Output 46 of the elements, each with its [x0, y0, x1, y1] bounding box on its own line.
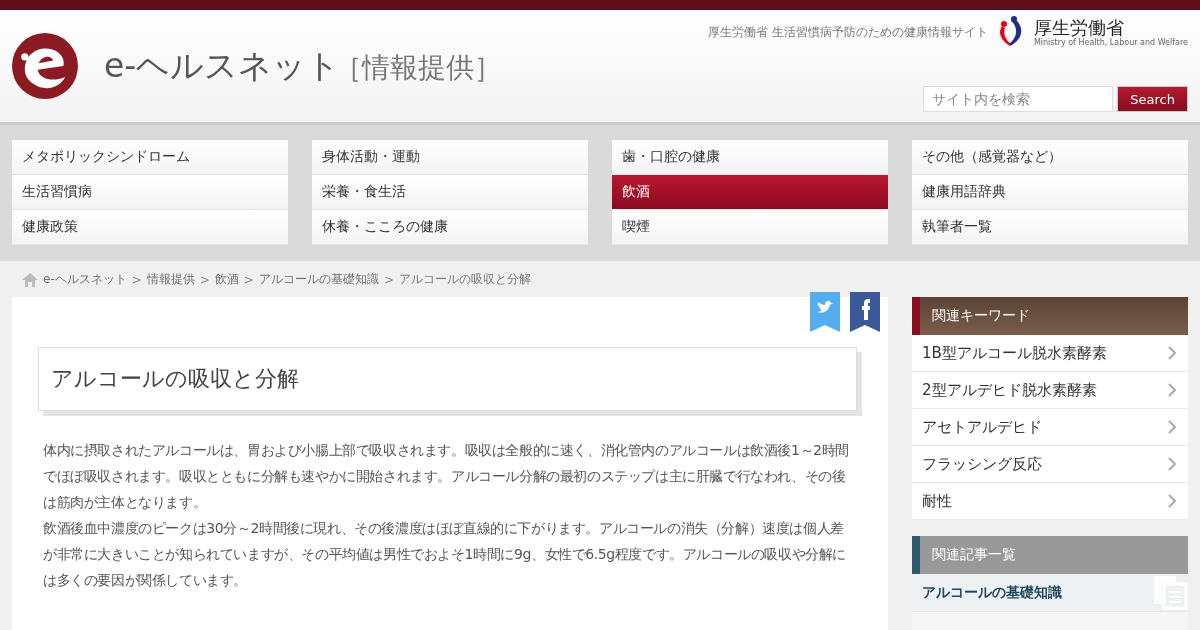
home-icon[interactable] — [22, 272, 38, 287]
site-tagline: 厚生労働省 生活習慣病予防のための健康情報サイト — [708, 23, 988, 41]
chevron-icon — [1168, 420, 1176, 434]
article-paragraph: 飲酒後血中濃度のピークは30分～2時間後に現れ、その後濃度はほぼ直線的に下がります。アルコールの消失（分解）速度は個人差が非常に大きいことが知られていますが、その平均値は男性でおよそ1時間に9g、女性で6.5g程度です。アルコールの吸収や分解には多くの要因が関係しています。 — [43, 519, 848, 590]
nav-item[interactable]: 身体活動・運動 — [312, 140, 588, 175]
keywords-header: 関連キーワード — [912, 297, 1188, 335]
nav-item[interactable]: 歯・口腔の健康 — [612, 140, 888, 175]
nav-item[interactable]: 栄養・食生活 — [312, 175, 588, 210]
nav-item[interactable]: メタボリックシンドローム — [12, 140, 288, 175]
keyword-item[interactable]: アセトアルデヒド — [912, 409, 1188, 446]
related-item[interactable]: アルコールの基礎知識 — [912, 574, 1188, 612]
chevron-icon — [1168, 494, 1176, 508]
nav-item[interactable]: 生活習慣病 — [12, 175, 288, 210]
twitter-icon[interactable] — [810, 292, 840, 332]
search-button[interactable]: Search — [1117, 86, 1188, 112]
article-title: アルコールの吸収と分解 — [51, 365, 300, 393]
related-header: 関連記事一覧 — [912, 536, 1188, 574]
nav-item[interactable]: 喫煙 — [612, 210, 888, 245]
breadcrumb-current: アルコールの吸収と分解 — [398, 271, 531, 288]
breadcrumb-link[interactable]: 情報提供 — [146, 271, 195, 288]
article-paragraph: 体内に摂取されたアルコールは、胃および小腸上部で吸収されます。吸収は全般的に速く、消化管内のアルコールは飲酒後1～2時間でほぼ吸収されます。吸収とともに分解も速やかに開始されます。アルコール分解の最初のステップは主に肝臓で行なわれ、その後は筋肉が主体となります。 — [43, 441, 850, 512]
breadcrumb-link[interactable]: e-ヘルスネット — [43, 271, 127, 288]
keyword-item[interactable]: 1B型アルコール脱水素酵素 — [912, 335, 1188, 372]
nav-item[interactable]: 飲酒 — [612, 175, 888, 210]
logo-icon — [12, 33, 78, 99]
keyword-item[interactable]: フラッシング反応 — [912, 446, 1188, 483]
breadcrumb-separator: > — [243, 272, 254, 287]
keyword-item[interactable]: 耐性 — [912, 483, 1188, 520]
nav-item[interactable]: 休養・こころの健康 — [312, 210, 588, 245]
breadcrumb-link[interactable]: 飲酒 — [214, 271, 239, 288]
nav-item[interactable]: その他（感覚器など） — [912, 140, 1188, 175]
ministry-english-name: Ministry of Health, Labour and Welfare — [1033, 37, 1188, 47]
nav-item[interactable]: 健康政策 — [12, 210, 288, 245]
nav-item[interactable]: 執筆者一覧 — [912, 210, 1188, 245]
facebook-icon[interactable] — [850, 292, 880, 332]
keyword-item[interactable]: 2型アルデヒド脱水素酵素 — [912, 372, 1188, 409]
breadcrumb-separator: > — [131, 272, 142, 287]
breadcrumb-separator: > — [383, 272, 394, 287]
chevron-icon — [1168, 457, 1176, 471]
chevron-icon — [1168, 383, 1176, 397]
breadcrumb-separator: > — [199, 272, 210, 287]
search-field[interactable]: サイト内を検索 — [923, 86, 1114, 112]
breadcrumb-link[interactable]: アルコールの基礎知識 — [258, 271, 379, 288]
chevron-icon — [1168, 346, 1176, 360]
ministry-name: 厚生労働省 — [1033, 17, 1125, 38]
nav-item[interactable]: 健康用語辞典 — [912, 175, 1188, 210]
